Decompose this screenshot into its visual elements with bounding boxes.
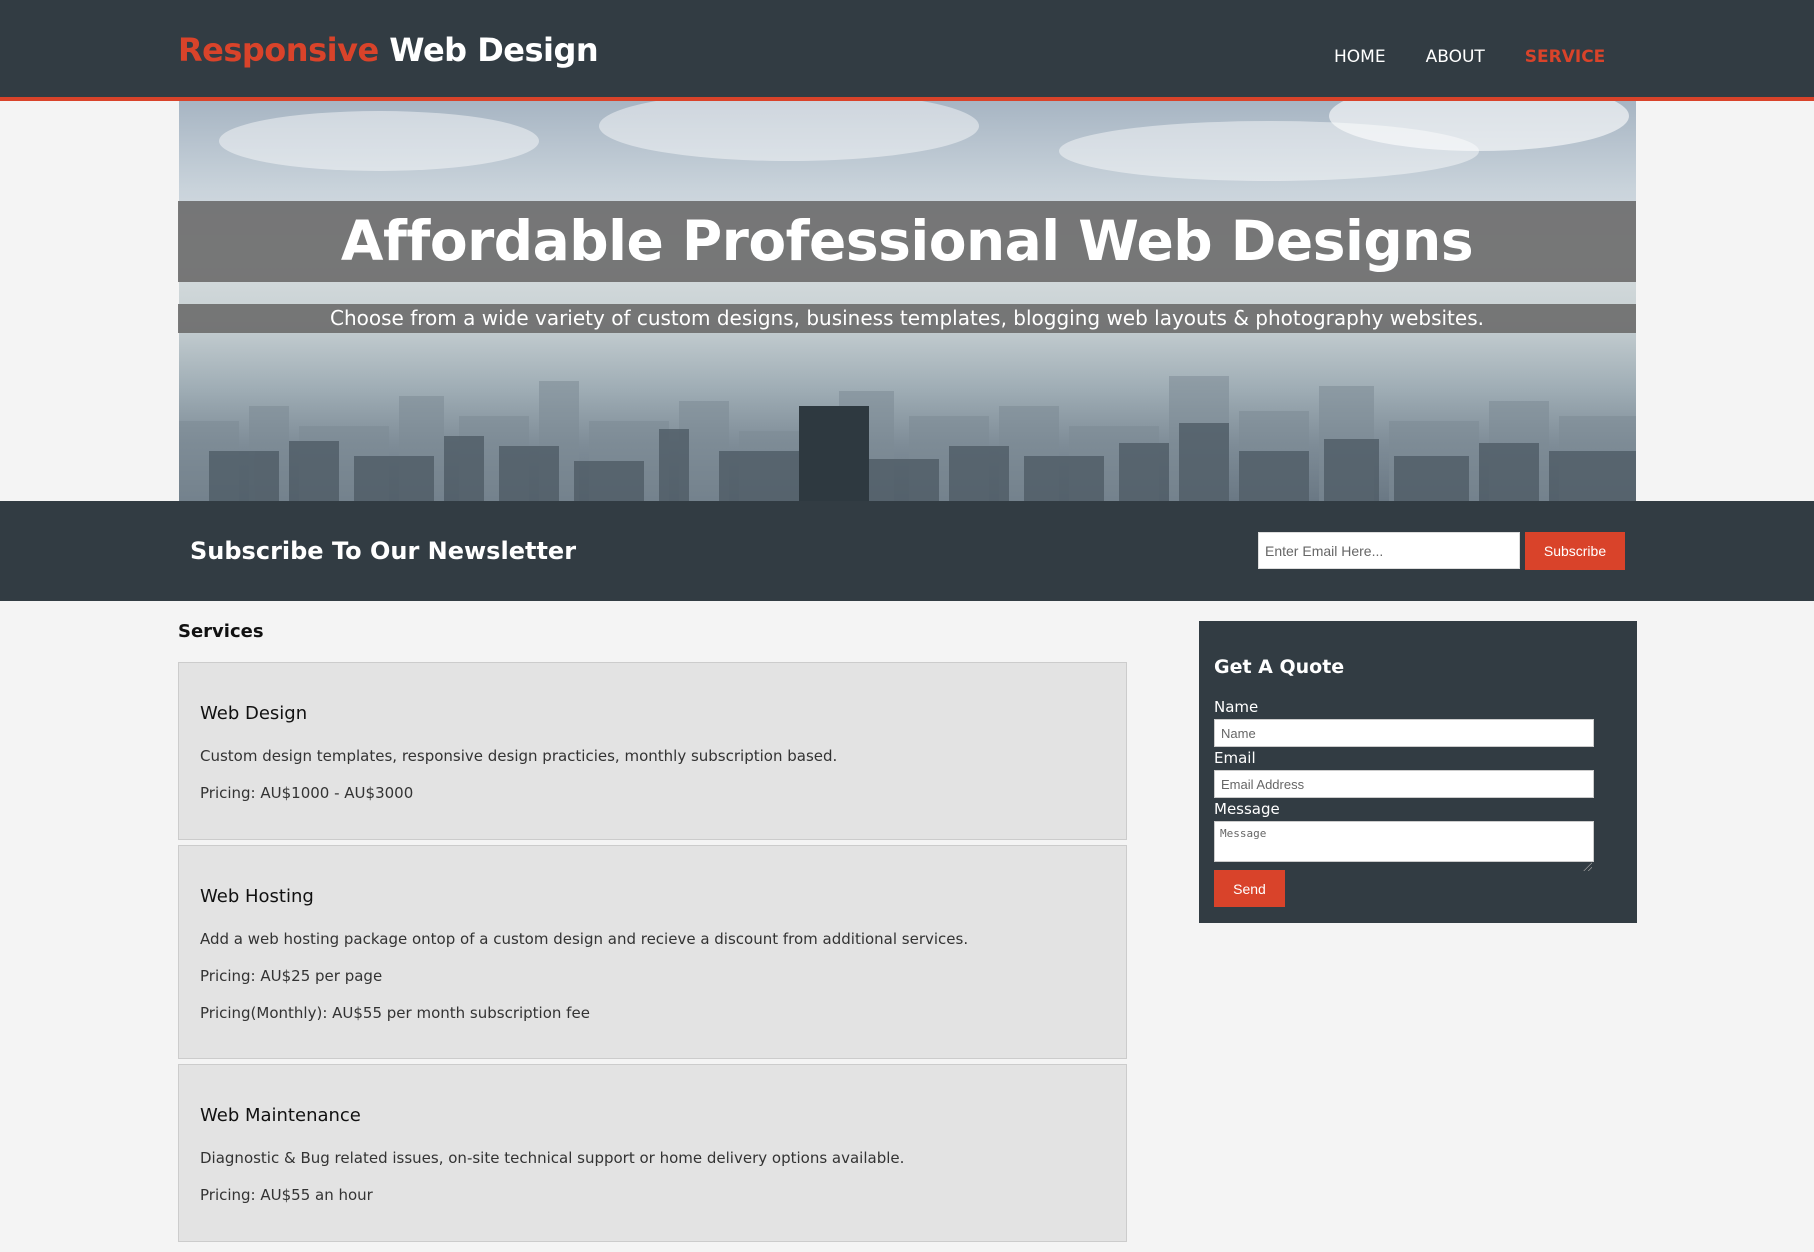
subscribe-button[interactable]: Subscribe	[1525, 532, 1625, 570]
site-header: Responsive Web Design HOME ABOUT SERVICE	[0, 0, 1814, 101]
service-title: Web Maintenance	[200, 1105, 361, 1126]
newsletter-section: Subscribe To Our Newsletter Subscribe	[0, 501, 1814, 601]
resize-handle-icon[interactable]	[1583, 862, 1592, 871]
send-button[interactable]: Send	[1214, 870, 1285, 907]
site-logo[interactable]: Responsive Web Design	[178, 31, 599, 69]
brand-text: Web Design	[389, 31, 599, 69]
service-pricing: Pricing: AU$55 an hour	[200, 1186, 373, 1204]
hero-title-banner: Affordable Professional Web Designs	[178, 201, 1636, 282]
main-nav: HOME ABOUT SERVICE	[1334, 47, 1645, 67]
service-description: Add a web hosting package ontop of a cus…	[200, 930, 969, 948]
nav-about-link[interactable]: ABOUT	[1426, 47, 1485, 67]
service-description: Custom design templates, responsive desi…	[200, 747, 838, 765]
service-pricing: Pricing: AU$25 per page	[200, 967, 383, 985]
city-skyline	[179, 376, 1636, 501]
nav-home-link[interactable]: HOME	[1334, 47, 1386, 67]
service-pricing-monthly: Pricing(Monthly): AU$55 per month subscr…	[200, 1004, 590, 1022]
hero-subtitle: Choose from a wide variety of custom des…	[330, 306, 1484, 330]
newsletter-title: Subscribe To Our Newsletter	[190, 537, 577, 565]
service-title: Web Hosting	[200, 886, 314, 907]
quote-title: Get A Quote	[1214, 656, 1345, 678]
service-pricing: Pricing: AU$1000 - AU$3000	[200, 784, 414, 802]
email-field[interactable]	[1214, 770, 1594, 798]
cloud-shape	[219, 111, 539, 171]
name-field[interactable]	[1214, 719, 1594, 747]
name-label: Name	[1214, 698, 1259, 716]
message-label: Message	[1214, 800, 1280, 818]
nav-service-link[interactable]: SERVICE	[1525, 47, 1606, 67]
newsletter-email-input[interactable]	[1258, 532, 1520, 569]
cloud-shape	[599, 101, 979, 161]
service-card-web-maintenance: Web Maintenance Diagnostic & Bug related…	[178, 1064, 1127, 1242]
service-description: Diagnostic & Bug related issues, on-site…	[200, 1149, 905, 1167]
services-heading: Services	[178, 621, 264, 642]
service-title: Web Design	[200, 703, 308, 724]
quote-form: Get A Quote Name Email Message Send	[1199, 621, 1637, 923]
service-card-web-design: Web Design Custom design templates, resp…	[178, 662, 1127, 840]
email-label: Email	[1214, 749, 1256, 767]
brand-accent-text: Responsive	[178, 31, 379, 69]
hero-title: Affordable Professional Web Designs	[340, 209, 1474, 273]
service-card-web-hosting: Web Hosting Add a web hosting package on…	[178, 845, 1127, 1059]
hero-subtitle-banner: Choose from a wide variety of custom des…	[178, 304, 1636, 333]
message-field[interactable]	[1214, 821, 1594, 862]
hero-image	[179, 101, 1636, 501]
